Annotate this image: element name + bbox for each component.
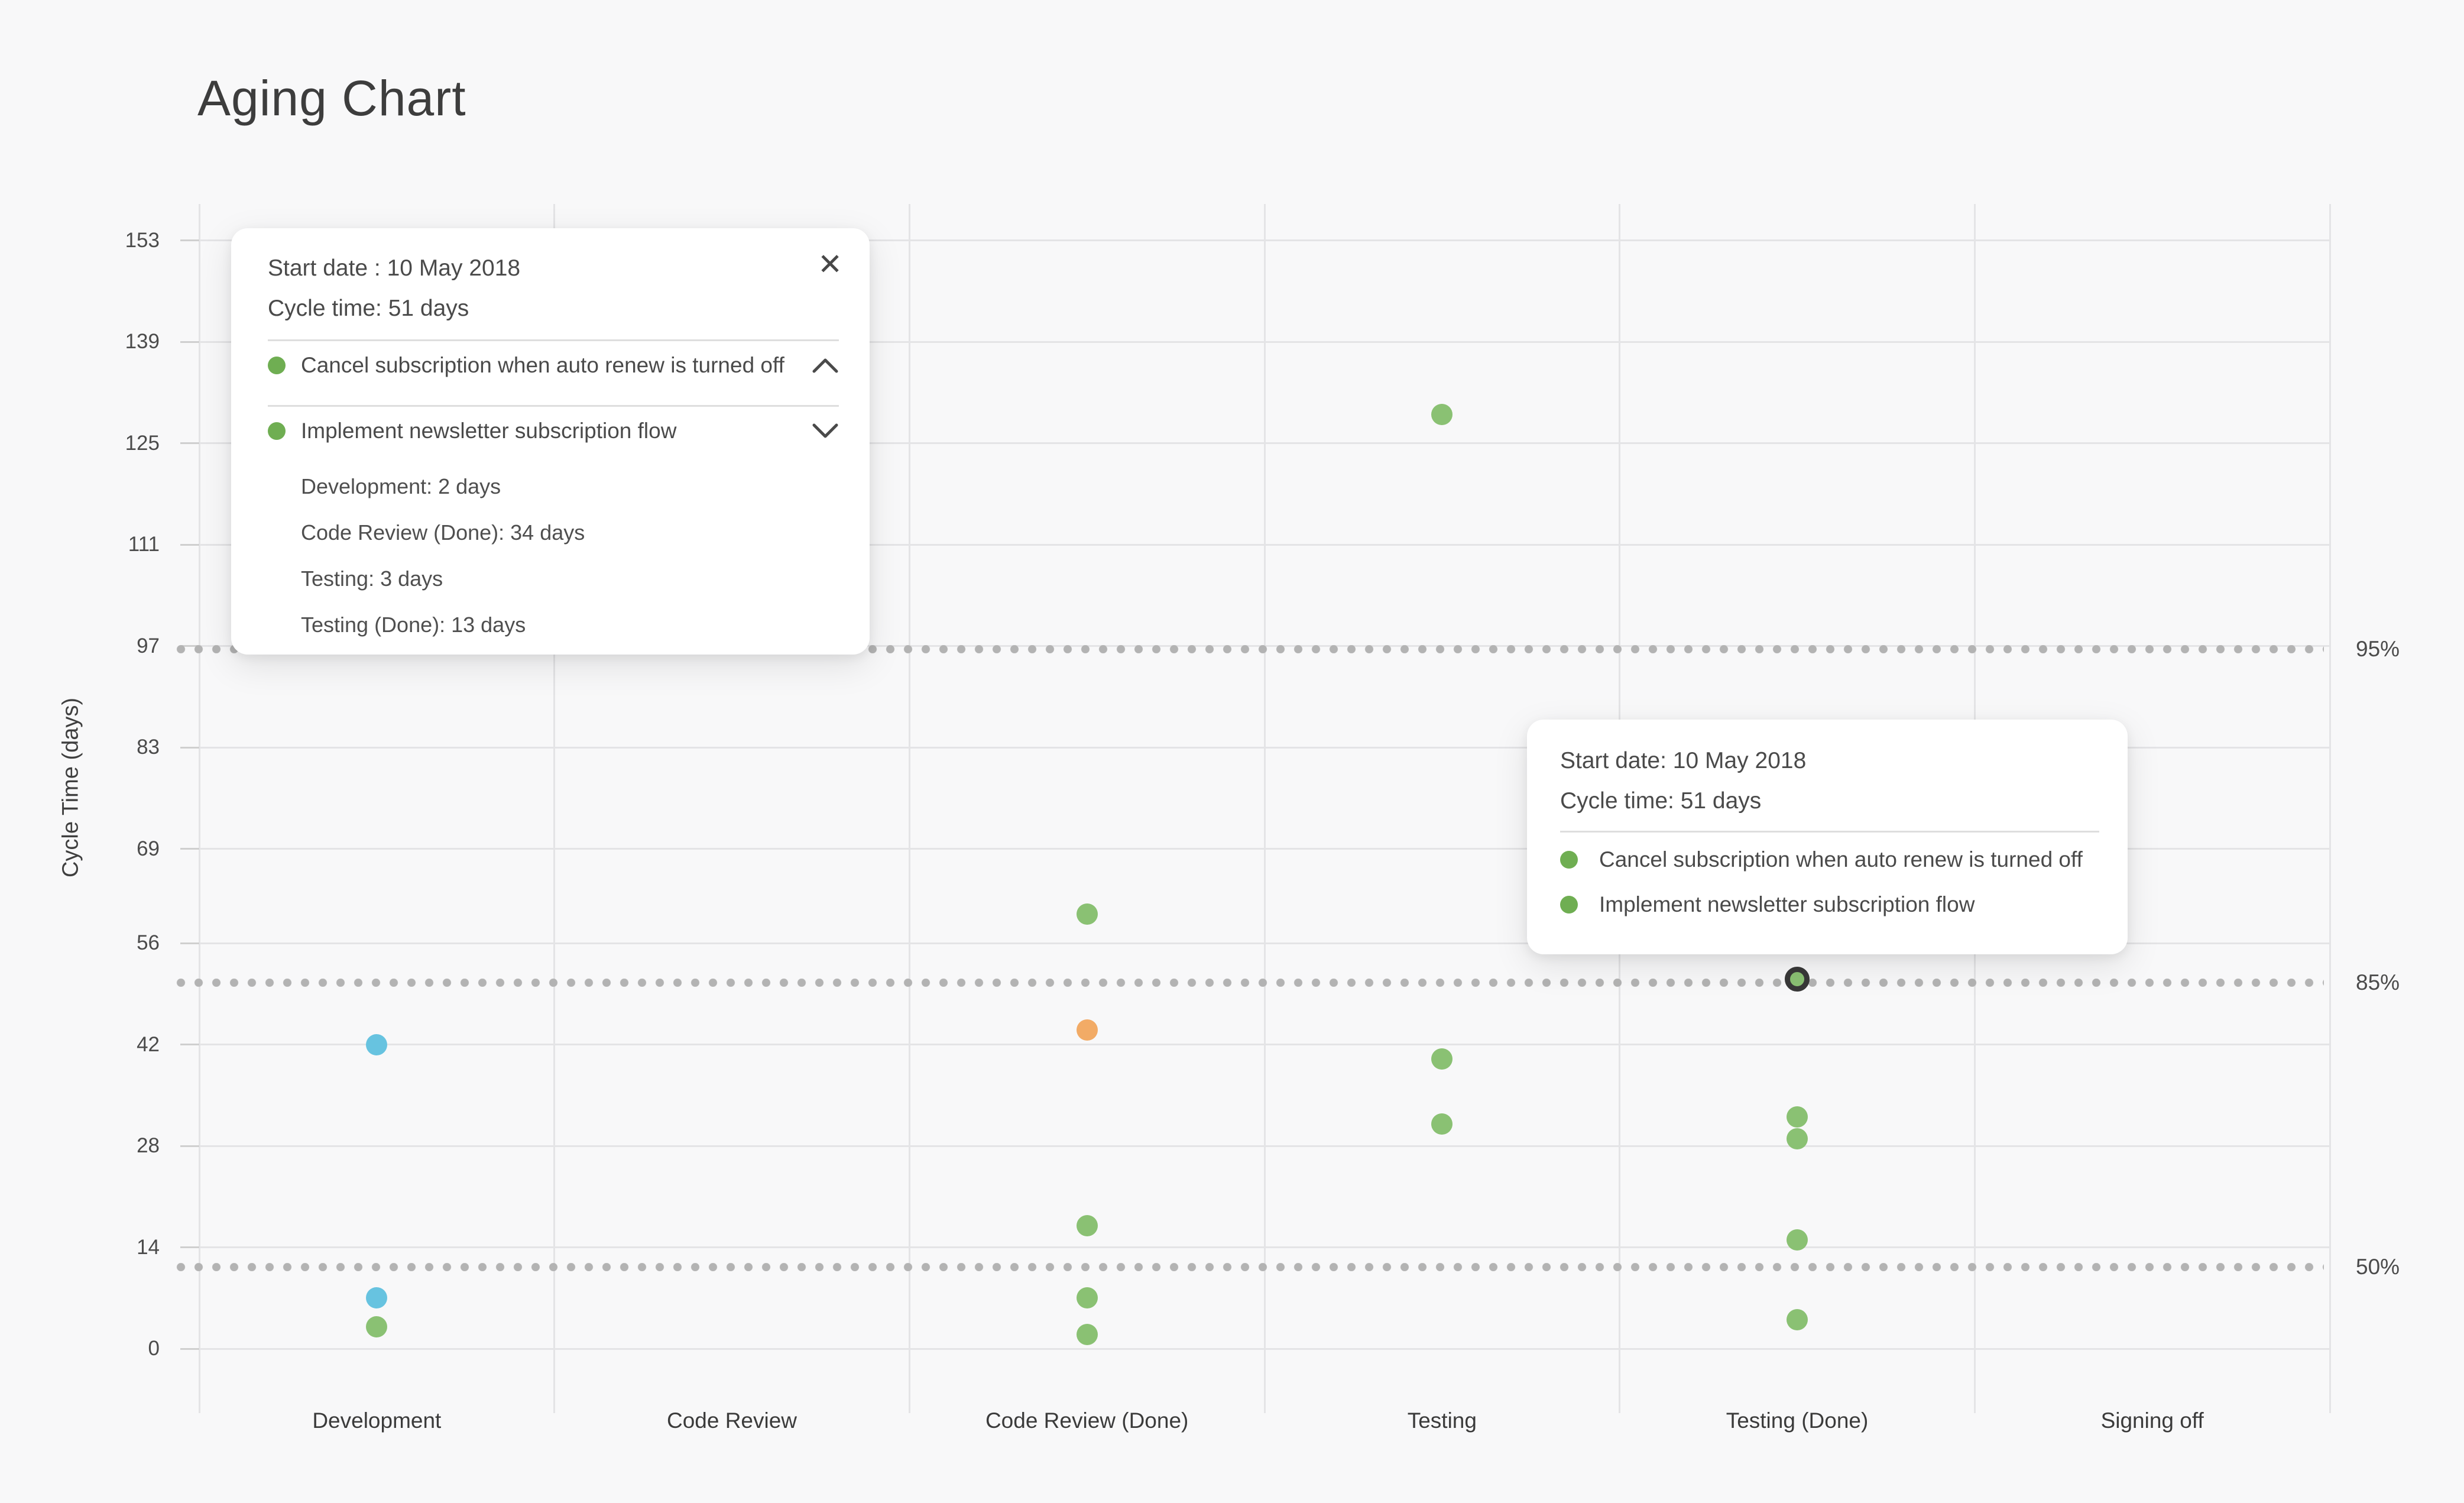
x-gridline: [199, 204, 200, 1413]
data-point[interactable]: [1077, 903, 1098, 925]
y-tick-label: 153: [59, 229, 160, 252]
percentile-label: 95%: [2356, 637, 2400, 662]
data-point[interactable]: [1077, 1324, 1098, 1345]
y-tick-label: 42: [59, 1033, 160, 1057]
tooltip-item-implement-newsletter[interactable]: Implement newsletter subscription flow: [268, 407, 839, 455]
x-category-label: Development: [312, 1408, 441, 1433]
stage-detail: Testing: 3 days: [301, 565, 839, 592]
tooltip-start-date: Start date: 10 May 2018: [1560, 744, 2099, 778]
data-point[interactable]: [1787, 1128, 1808, 1149]
data-point[interactable]: [1431, 404, 1453, 425]
y-tick-label: 125: [59, 432, 160, 455]
percentile-label: 85%: [2356, 970, 2400, 995]
y-gridline: [199, 1145, 2330, 1147]
y-gridline: [199, 1044, 2330, 1045]
percentile-line-85: [172, 979, 2324, 987]
x-gridline: [909, 204, 910, 1413]
x-category-label: Testing: [1408, 1408, 1477, 1433]
x-category-label: Code Review (Done): [985, 1408, 1188, 1433]
y-tick-mark: [180, 1348, 199, 1350]
tooltip-cycle-time: Cycle time: 51 days: [1560, 786, 2099, 817]
data-point[interactable]: [1077, 1019, 1098, 1041]
status-dot-icon: [1560, 896, 1578, 914]
data-point[interactable]: [1077, 1287, 1098, 1308]
data-point[interactable]: [366, 1316, 387, 1337]
y-tick-mark: [180, 942, 199, 944]
tooltip-item-implement-newsletter[interactable]: Implement newsletter subscription flow: [1560, 888, 2099, 921]
data-point[interactable]: [1431, 1048, 1453, 1070]
y-tick-label: 28: [59, 1134, 160, 1158]
tooltip-item-label: Cancel subscription when auto renew is t…: [1599, 847, 2099, 872]
divider: [1560, 831, 2099, 833]
y-tick-label: 14: [59, 1236, 160, 1259]
y-tick-mark: [180, 1044, 199, 1045]
x-category-label: Signing off: [2101, 1408, 2204, 1433]
data-point[interactable]: [366, 1287, 387, 1308]
tooltip-summary: Start date: 10 May 2018 Cycle time: 51 d…: [1527, 720, 2128, 954]
y-tick-label: 56: [59, 931, 160, 955]
data-point-selected[interactable]: [1785, 967, 1810, 992]
close-icon[interactable]: ✕: [818, 250, 842, 279]
y-tick-mark: [180, 848, 199, 850]
x-gridline: [2329, 204, 2331, 1413]
y-tick-mark: [180, 1246, 199, 1248]
percentile-line-50: [172, 1263, 2324, 1271]
y-tick-mark: [180, 544, 199, 546]
data-point[interactable]: [1787, 1106, 1808, 1128]
x-category-label: Code Review: [667, 1408, 797, 1433]
data-point[interactable]: [1787, 1229, 1808, 1251]
x-gridline: [1264, 204, 1266, 1413]
y-tick-mark: [180, 442, 199, 444]
stage-detail: Development: 2 days: [301, 473, 839, 500]
y-tick-label: 97: [59, 634, 160, 658]
chevron-up-icon[interactable]: [812, 357, 839, 374]
percentile-label: 50%: [2356, 1255, 2400, 1280]
y-tick-label: 111: [59, 533, 160, 556]
tooltip-item-label: Cancel subscription when auto renew is t…: [301, 353, 800, 378]
y-tick-label: 69: [59, 837, 160, 861]
tooltip-expanded: ✕ Start date : 10 May 2018 Cycle time: 5…: [231, 228, 870, 655]
data-point[interactable]: [1077, 1215, 1098, 1236]
stage-detail: Testing (Done): 13 days: [301, 611, 839, 639]
x-category-label: Testing (Done): [1726, 1408, 1869, 1433]
y-tick-label: 83: [59, 736, 160, 759]
aging-chart-page: Aging Chart Cycle Time (days) 0142842566…: [0, 0, 2464, 1503]
data-point[interactable]: [1787, 1309, 1808, 1330]
y-tick-mark: [180, 747, 199, 749]
stage-detail: Code Review (Done): 34 days: [301, 519, 839, 546]
y-gridline: [199, 1348, 2330, 1350]
status-dot-icon: [268, 422, 286, 440]
status-dot-icon: [1560, 851, 1578, 869]
tooltip-item-label: Implement newsletter subscription flow: [301, 419, 800, 443]
y-tick-label: 0: [59, 1337, 160, 1361]
y-tick-mark: [180, 239, 199, 241]
status-dot-icon: [268, 357, 286, 374]
y-tick-mark: [180, 1145, 199, 1147]
chevron-down-icon[interactable]: [812, 423, 839, 439]
tooltip-stage-details: Development: 2 days Code Review (Done): …: [301, 473, 839, 639]
tooltip-start-date: Start date : 10 May 2018: [268, 252, 839, 285]
y-gridline: [199, 1246, 2330, 1248]
data-point[interactable]: [1431, 1113, 1453, 1135]
data-point[interactable]: [366, 1034, 387, 1055]
tooltip-item-label: Implement newsletter subscription flow: [1599, 892, 2099, 917]
tooltip-cycle-time: Cycle time: 51 days: [268, 293, 839, 324]
y-tick-label: 139: [59, 330, 160, 354]
tooltip-item-cancel-subscription[interactable]: Cancel subscription when auto renew is t…: [1560, 843, 2099, 876]
tooltip-item-cancel-subscription[interactable]: Cancel subscription when auto renew is t…: [268, 341, 839, 390]
y-tick-mark: [180, 341, 199, 343]
